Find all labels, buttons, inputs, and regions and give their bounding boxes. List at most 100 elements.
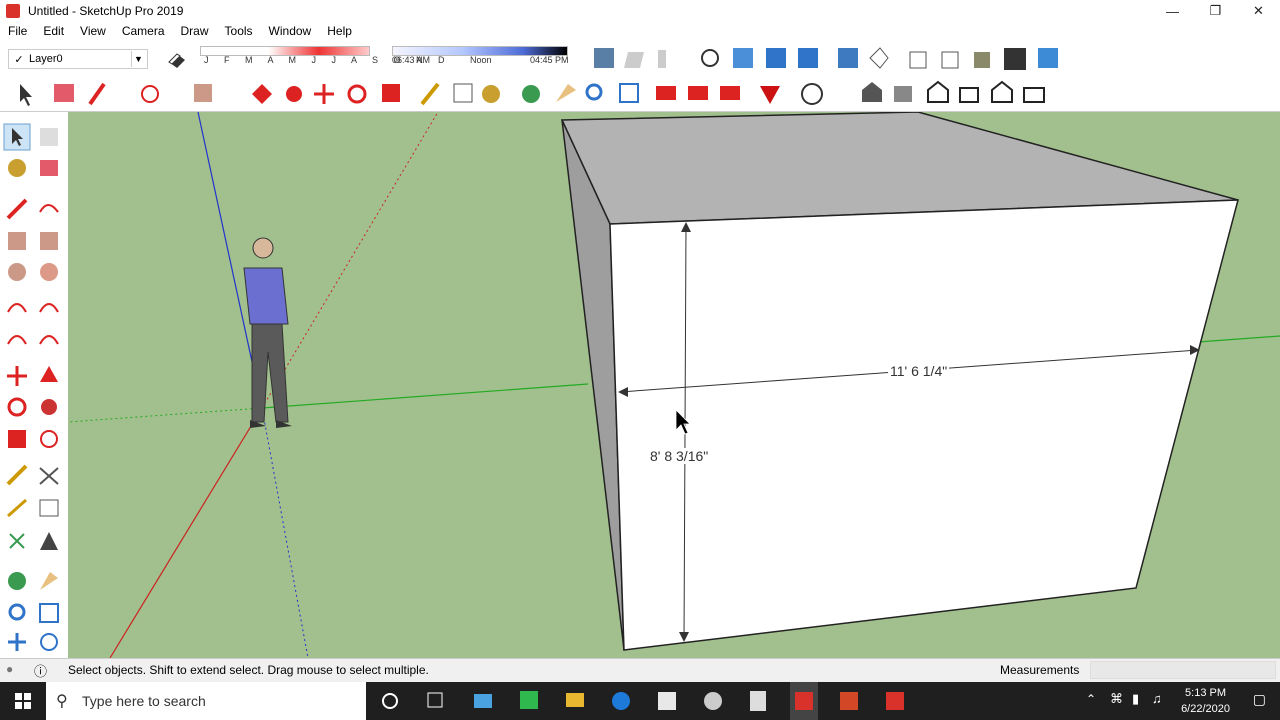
- paint-icon[interactable]: [8, 159, 26, 177]
- components-icon[interactable]: [594, 48, 614, 68]
- protractor-icon[interactable]: [7, 498, 27, 518]
- rectangle-icon[interactable]: [194, 84, 212, 102]
- freehand-icon[interactable]: [39, 204, 59, 213]
- geo-location-icon[interactable]: ●: [6, 662, 13, 676]
- push-pull-tool-icon[interactable]: [40, 366, 58, 382]
- move-icon[interactable]: [314, 84, 334, 104]
- menu-view[interactable]: View: [72, 24, 114, 38]
- offset-icon[interactable]: [286, 86, 302, 102]
- extension-warehouse-icon[interactable]: [688, 86, 708, 100]
- zoom-tool-icon[interactable]: [8, 603, 26, 621]
- close-button[interactable]: ✕: [1237, 0, 1280, 22]
- camtasia-icon[interactable]: [520, 691, 538, 709]
- zoom-icon[interactable]: [585, 83, 603, 101]
- axes-tool-icon[interactable]: [9, 533, 25, 549]
- arc-tool-icon[interactable]: [7, 303, 27, 313]
- ruby-icon[interactable]: [760, 86, 780, 104]
- previous-view-icon[interactable]: [40, 633, 58, 651]
- tray-chevron-icon[interactable]: ⌃: [1086, 692, 1096, 706]
- front-view-icon[interactable]: [798, 48, 818, 68]
- eraser-shadow-icon[interactable]: [166, 48, 188, 70]
- box-front-face[interactable]: [609, 199, 1239, 651]
- styles-icon[interactable]: [624, 52, 644, 68]
- tape-measure-icon[interactable]: [420, 82, 440, 106]
- menu-draw[interactable]: Draw: [173, 24, 217, 38]
- app-icon[interactable]: [704, 692, 722, 710]
- menu-edit[interactable]: Edit: [35, 24, 72, 38]
- arc-icon[interactable]: [141, 85, 159, 103]
- circle-tool-icon[interactable]: [8, 263, 26, 281]
- camtasia-recorder-icon[interactable]: [886, 692, 904, 710]
- scale-icon[interactable]: [382, 84, 400, 102]
- section-icon[interactable]: [1038, 48, 1058, 68]
- follow-me-icon[interactable]: [41, 399, 57, 415]
- paint-bucket-icon[interactable]: [482, 85, 500, 103]
- pencil-icon[interactable]: [88, 82, 106, 106]
- eraser-tool-icon[interactable]: [40, 160, 58, 176]
- shed-icon[interactable]: [1023, 87, 1045, 103]
- warehouse-icon[interactable]: [959, 87, 979, 103]
- rotate-icon[interactable]: [347, 84, 367, 104]
- menu-camera[interactable]: Camera: [114, 24, 173, 38]
- menu-tools[interactable]: Tools: [217, 24, 261, 38]
- line-tool-icon[interactable]: [6, 198, 28, 220]
- shaded-icon[interactable]: [941, 51, 959, 69]
- restore-button[interactable]: ❐: [1194, 0, 1237, 22]
- rotate-tool-icon[interactable]: [7, 397, 27, 417]
- explorer-app-icon[interactable]: [474, 694, 492, 708]
- volume-icon[interactable]: ♫: [1152, 691, 1162, 706]
- push-pull-icon[interactable]: [252, 84, 272, 104]
- 3d-text-icon[interactable]: [40, 532, 58, 550]
- house-icon[interactable]: [862, 82, 882, 102]
- width-dimension-label[interactable]: 11' 6 1/4": [888, 363, 950, 379]
- cortana-icon[interactable]: [382, 693, 398, 709]
- scale-figure[interactable]: [243, 237, 292, 428]
- zoom-extents-tool-icon[interactable]: [8, 633, 26, 651]
- wireframe-icon[interactable]: [869, 47, 889, 69]
- modeling-viewport[interactable]: 11' 6 1/4" 8' 8 3/16": [68, 112, 1280, 658]
- text-tool-icon[interactable]: [39, 499, 59, 517]
- select-icon[interactable]: [20, 84, 32, 106]
- store-icon[interactable]: [658, 692, 676, 710]
- textured-icon[interactable]: [974, 52, 990, 68]
- pie-tool-icon[interactable]: [39, 335, 59, 345]
- minimize-button[interactable]: —: [1151, 0, 1194, 22]
- powerpoint-icon[interactable]: [840, 692, 858, 710]
- taskbar-search[interactable]: ⚲ Type here to search: [46, 682, 366, 720]
- height-dimension-label[interactable]: 8' 8 3/16": [648, 448, 711, 464]
- tray-clock[interactable]: 5:13 PM 6/22/2020: [1181, 685, 1230, 717]
- center-icon[interactable]: [701, 49, 719, 67]
- menu-file[interactable]: File: [0, 24, 35, 38]
- top-view-icon[interactable]: [766, 48, 786, 68]
- rectangle-tool-icon[interactable]: [8, 232, 26, 250]
- arc3-tool-icon[interactable]: [7, 335, 27, 345]
- info-icon[interactable]: ⓘ: [34, 661, 47, 680]
- zoom-extents-icon[interactable]: [619, 83, 639, 103]
- pan-icon[interactable]: [556, 84, 576, 102]
- edge-icon[interactable]: [612, 692, 630, 710]
- arc2-tool-icon[interactable]: [39, 303, 59, 313]
- pan-tool-icon[interactable]: [40, 572, 58, 590]
- share-model-icon[interactable]: [720, 86, 740, 100]
- tape-tool-icon[interactable]: [6, 464, 28, 486]
- measurements-input[interactable]: [1090, 661, 1276, 679]
- move-tool-icon[interactable]: [7, 366, 27, 386]
- make-component-icon[interactable]: [40, 128, 58, 146]
- text-icon[interactable]: [453, 83, 473, 103]
- calculator-icon[interactable]: [750, 691, 766, 711]
- offset-tool-icon[interactable]: [40, 430, 58, 448]
- start-button[interactable]: [0, 682, 46, 720]
- polygon-tool-icon[interactable]: [40, 263, 58, 281]
- folder-icon[interactable]: [566, 693, 584, 707]
- account-icon[interactable]: [801, 83, 823, 105]
- rotated-rect-icon[interactable]: [40, 232, 58, 250]
- home-icon[interactable]: [927, 80, 949, 103]
- monochrome-icon[interactable]: [1004, 48, 1026, 70]
- eraser-icon[interactable]: [54, 84, 74, 102]
- layer-dropdown[interactable]: ✓ Layer0 ▼: [8, 49, 148, 69]
- battery-icon[interactable]: ▮: [1132, 691, 1139, 707]
- xray-icon[interactable]: [838, 48, 858, 68]
- chevron-down-icon[interactable]: ▼: [131, 51, 145, 67]
- menu-window[interactable]: Window: [261, 24, 320, 38]
- building-icon[interactable]: [894, 86, 912, 102]
